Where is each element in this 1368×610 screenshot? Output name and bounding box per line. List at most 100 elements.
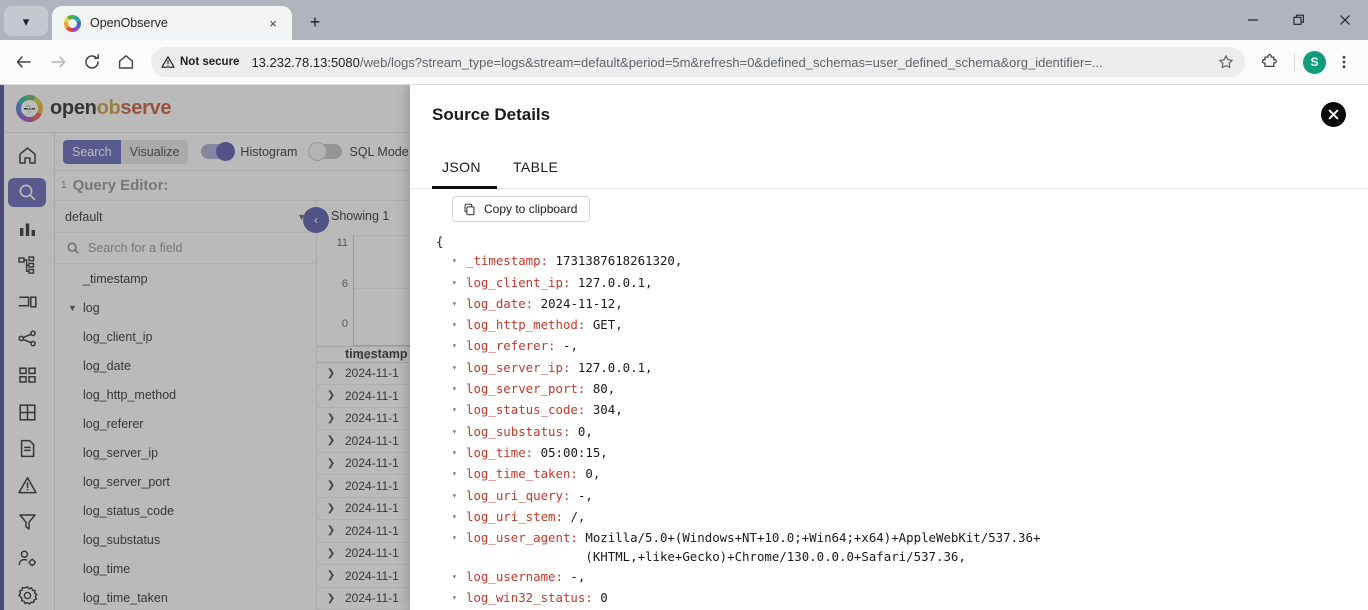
json-row[interactable]: ▾ log_uri_query: -, — [436, 486, 1368, 507]
json-row[interactable]: ▾ log_substatus: 0, — [436, 422, 1368, 443]
browser-window: ▾ OpenObserve × + Not secure 13.232.78.1… — [0, 0, 1368, 610]
json-key: log_referer: — [466, 338, 556, 354]
close-dialog-button[interactable] — [1321, 102, 1346, 127]
json-value: 0, — [585, 466, 601, 482]
chrome-menu-button[interactable] — [1328, 46, 1360, 78]
json-viewer: { ▾ _timestamp: 1731387618261320, ▾ log_cl… — [436, 232, 1368, 610]
window-close-button[interactable] — [1322, 0, 1368, 40]
browser-tab[interactable]: OpenObserve × — [52, 6, 292, 40]
page-viewport: openobserve Search Visualize Histogram S… — [0, 85, 1368, 610]
address-bar[interactable]: Not secure 13.232.78.13:5080/web/logs?st… — [151, 47, 1245, 77]
json-value: 05:00:15, — [540, 444, 608, 460]
close-tab-icon[interactable]: × — [264, 14, 282, 32]
forward-button[interactable] — [42, 46, 74, 78]
json-key: log_uri_stem: — [466, 508, 563, 524]
home-button[interactable] — [110, 46, 142, 78]
dialog-tabs: JSON TABLE — [410, 145, 1368, 189]
arrow-right-icon — [51, 56, 66, 68]
minimize-button[interactable] — [1230, 0, 1276, 40]
json-value: -, — [577, 487, 593, 503]
json-key: log_time: — [466, 444, 534, 460]
tab-strip: ▾ OpenObserve × + — [0, 0, 1368, 40]
extensions-button[interactable] — [1254, 46, 1286, 78]
maximize-button[interactable] — [1276, 0, 1322, 40]
collapse-triangle-icon[interactable]: ▾ — [452, 379, 466, 398]
back-button[interactable] — [8, 46, 40, 78]
json-key: log_server_ip: — [466, 359, 571, 375]
collapse-triangle-icon[interactable]: ▾ — [452, 486, 466, 505]
security-status[interactable]: Not secure — [161, 55, 245, 69]
profile-avatar[interactable]: S — [1303, 50, 1326, 74]
json-row[interactable]: ▾ log_server_ip: 127.0.0.1, — [436, 358, 1368, 379]
json-value: 1731387618261320, — [555, 253, 683, 269]
json-key: log_status_code: — [466, 402, 586, 418]
json-row[interactable]: ▾ log_client_ip: 127.0.0.1, — [436, 273, 1368, 294]
dialog-header: Source Details — [410, 85, 1368, 145]
close-icon — [1328, 109, 1339, 120]
json-value: 0 — [600, 590, 608, 606]
json-row[interactable]: ▾ log_time: 05:00:15, — [436, 443, 1368, 464]
copy-row: Copy to clipboard — [436, 196, 1368, 222]
collapse-triangle-icon[interactable]: ▾ — [452, 507, 466, 526]
collapse-triangle-icon[interactable]: ▾ — [452, 588, 466, 607]
reload-button[interactable] — [76, 46, 108, 78]
toolbar-divider — [1294, 53, 1295, 71]
collapse-triangle-icon[interactable]: ▾ — [452, 251, 466, 270]
restore-icon — [1292, 14, 1304, 25]
tab-table[interactable]: TABLE — [497, 145, 574, 188]
json-row[interactable]: ▾ log_time_taken: 0, — [436, 464, 1368, 485]
json-key: log_username: — [466, 568, 563, 584]
url-path: /web/logs?stream_type=logs&stream=defaul… — [359, 54, 1103, 70]
json-row[interactable]: ▾ log_status_code: 304, — [436, 400, 1368, 421]
collapse-triangle-icon[interactable]: ▾ — [452, 400, 466, 419]
copy-button-label: Copy to clipboard — [484, 202, 578, 216]
collapse-triangle-icon[interactable]: ▾ — [452, 273, 466, 292]
chevron-down-icon: ▾ — [22, 13, 30, 29]
collapse-triangle-icon[interactable]: ▾ — [452, 358, 466, 377]
collapse-triangle-icon[interactable]: ▾ — [452, 422, 466, 441]
json-row[interactable]: ▾ log_uri_stem: /, — [436, 507, 1368, 528]
json-row[interactable]: ▾ log_win32_status: 0 — [436, 588, 1368, 609]
toolbar-right-actions: S — [1254, 46, 1360, 78]
collapse-triangle-icon[interactable]: ▾ — [452, 528, 466, 547]
json-open-brace: { — [436, 234, 444, 249]
json-value: 127.0.0.1, — [577, 274, 653, 290]
json-row[interactable]: ▾ log_username: -, — [436, 567, 1368, 588]
tab-search-button[interactable]: ▾ — [4, 6, 48, 36]
security-status-label: Not secure — [180, 56, 240, 68]
more-vertical-icon — [1342, 55, 1346, 69]
collapse-triangle-icon[interactable]: ▾ — [452, 294, 466, 313]
json-key: log_user_agent: — [466, 530, 578, 546]
window-controls — [1230, 0, 1368, 40]
json-key: log_server_port: — [466, 381, 586, 397]
tab-json[interactable]: JSON — [432, 145, 497, 189]
json-row[interactable]: ▾ log_user_agent: Mozilla/5.0+(Windows+NT… — [436, 528, 1368, 567]
url-host: 13.232.78.13:5080 — [251, 54, 360, 70]
copy-to-clipboard-button[interactable]: Copy to clipboard — [452, 196, 591, 222]
copy-icon — [464, 203, 475, 215]
json-value: 2024-11-12, — [540, 295, 623, 311]
dialog-body: Copy to clipboard { ▾ _timestamp: 1731387… — [410, 189, 1368, 610]
collapse-triangle-icon[interactable]: ▾ — [452, 336, 466, 355]
close-icon — [1340, 15, 1350, 25]
json-value: /, — [570, 508, 586, 524]
dialog-title: Source Details — [432, 105, 551, 124]
bookmark-star-icon[interactable] — [1213, 49, 1239, 75]
json-row[interactable]: ▾ _timestamp: 1731387618261320, — [436, 251, 1368, 272]
collapse-triangle-icon[interactable]: ▾ — [452, 315, 466, 334]
json-row[interactable]: ▾ log_referer: -, — [436, 336, 1368, 357]
collapse-triangle-icon[interactable]: ▾ — [452, 443, 466, 462]
json-value: Mozilla/5.0+(Windows+NT+10.0;+Win64;+x64… — [585, 530, 1041, 565]
json-key: log_uri_query: — [466, 487, 571, 503]
collapse-triangle-icon[interactable]: ▾ — [452, 464, 466, 483]
json-value: GET, — [592, 317, 623, 333]
tab-title: OpenObserve — [90, 16, 168, 30]
home-icon — [118, 55, 134, 69]
collapse-triangle-icon[interactable]: ▾ — [452, 567, 466, 586]
new-tab-button[interactable]: + — [301, 8, 329, 36]
json-row[interactable]: ▾ log_date: 2024-11-12, — [436, 294, 1368, 315]
json-row[interactable]: ▾ log_server_port: 80, — [436, 379, 1368, 400]
reload-icon — [85, 54, 99, 69]
json-row[interactable]: ▾ log_http_method: GET, — [436, 315, 1368, 336]
arrow-left-icon — [16, 56, 31, 68]
